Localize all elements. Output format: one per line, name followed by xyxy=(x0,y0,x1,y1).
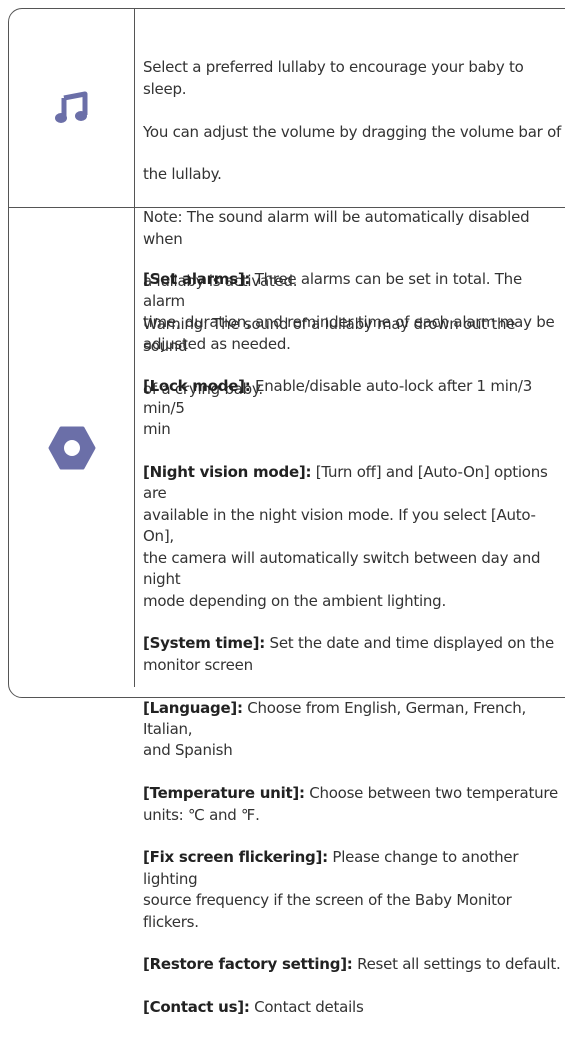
setting-text: Reset all settings to default. xyxy=(352,955,561,974)
setting-item-lock-mode: [Lock mode]: Enable/disable auto-lock af… xyxy=(143,376,563,440)
text-line: the lullaby. xyxy=(143,165,222,184)
text-line: Note: The sound alarm will be automatica… xyxy=(143,208,530,248)
setting-text: [Turn off] and [Auto-On] options are ava… xyxy=(143,463,548,610)
setting-item-language: [Language]: Choose from English, German,… xyxy=(143,698,563,762)
setting-text: Contact details xyxy=(249,998,364,1017)
setting-term: [Language]: xyxy=(143,698,243,717)
setting-term: [System time]: xyxy=(143,634,266,653)
setting-item-system-time: [System time]: Set the date and time dis… xyxy=(143,633,563,676)
settings-description: [Set alarms]: Three alarms can be set in… xyxy=(143,248,563,1040)
setting-item-fix-screen-flickering: [Fix screen flickering]: Please change t… xyxy=(143,847,563,933)
text-line: Select a preferred lullaby to encourage … xyxy=(143,58,524,98)
setting-term: [Set alarms]: xyxy=(143,270,251,289)
setting-term: [Temperature unit]: xyxy=(143,784,305,803)
setting-item-temperature-unit: [Temperature unit]: Choose between two t… xyxy=(143,783,563,826)
setting-item-contact-us: [Contact us]: Contact details xyxy=(143,997,563,1018)
row-lullaby-icon-cell xyxy=(9,9,134,207)
setting-term: [Lock mode]: xyxy=(143,377,251,396)
music-note-icon xyxy=(54,91,87,123)
setting-item-set-alarms: [Set alarms]: Three alarms can be set in… xyxy=(143,269,563,355)
setting-item-night-vision-mode: [Night vision mode]: [Turn off] and [Aut… xyxy=(143,462,563,612)
row-settings-icon-cell xyxy=(9,208,134,687)
setting-term: [Fix screen flickering]: xyxy=(143,848,328,867)
column-divider xyxy=(134,8,135,687)
settings-hexagon-icon xyxy=(48,426,95,469)
setting-item-restore-factory-setting: [Restore factory setting]: Reset all set… xyxy=(143,954,563,975)
text-line: You can adjust the volume by dragging th… xyxy=(143,122,562,141)
setting-term: [Night vision mode]: xyxy=(143,463,312,482)
setting-term: [Contact us]: xyxy=(143,998,250,1017)
setting-term: [Restore factory setting]: xyxy=(143,955,353,974)
